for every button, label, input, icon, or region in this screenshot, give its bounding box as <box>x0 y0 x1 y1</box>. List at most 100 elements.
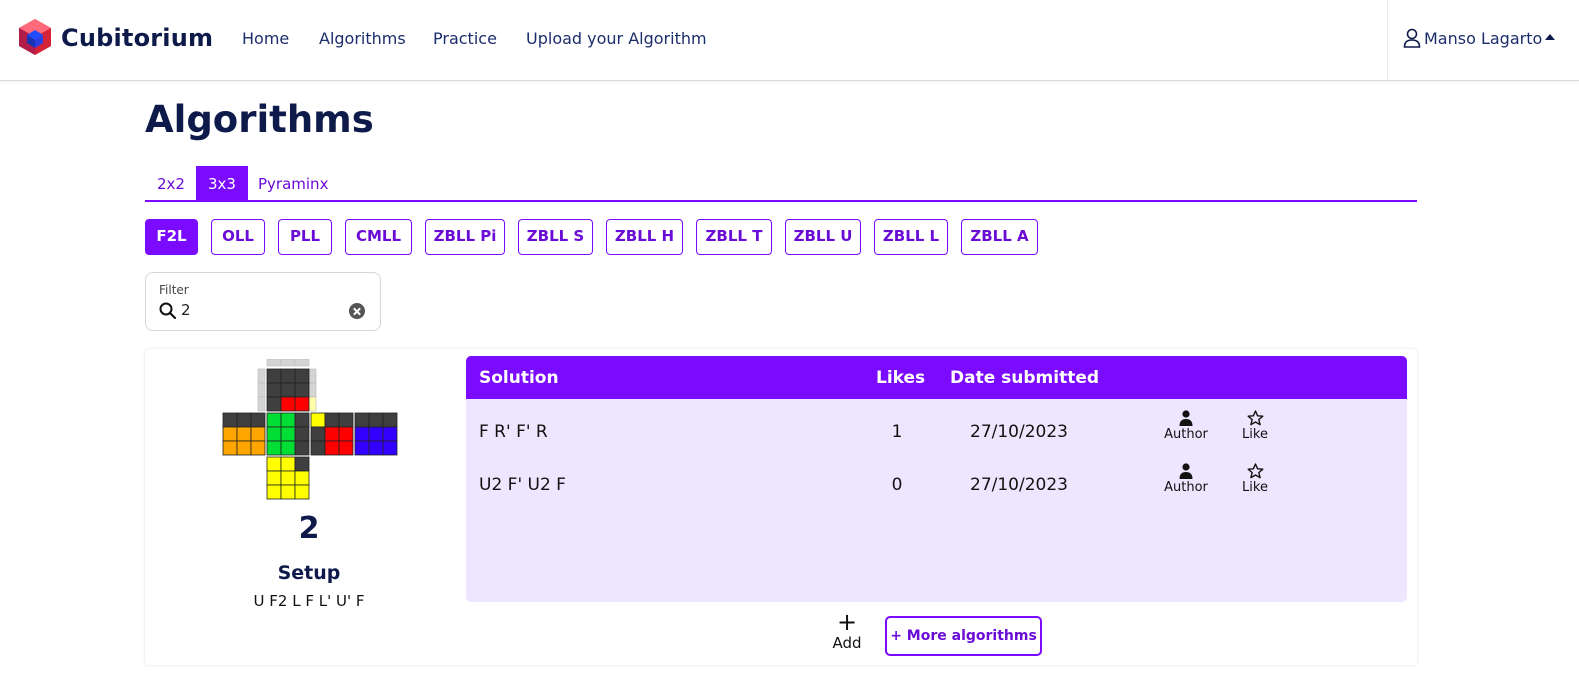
cube-sticker <box>266 412 282 428</box>
cube-sticker <box>280 470 296 486</box>
star-icon <box>1247 463 1264 479</box>
table-header: Solution Likes Date submitted <box>466 356 1407 399</box>
cube-sticker <box>222 426 238 442</box>
cube-sticker <box>294 382 310 398</box>
nav-upload-algorithm[interactable]: Upload your Algorithm <box>526 29 707 48</box>
category-f2l[interactable]: F2L <box>145 219 198 255</box>
cube-sticker <box>266 470 282 486</box>
star-icon <box>1247 410 1264 426</box>
tab-pyraminx[interactable]: Pyraminx <box>246 166 340 200</box>
page-title: Algorithms <box>145 98 374 141</box>
solution-cell: U2 F' U2 F <box>479 475 566 495</box>
cube-sticker <box>324 426 340 442</box>
category-zbll-s[interactable]: ZBLL S <box>518 219 593 255</box>
user-icon <box>1403 28 1421 48</box>
category-oll[interactable]: OLL <box>211 219 265 255</box>
clear-filter-icon[interactable] <box>349 303 365 319</box>
table-row: F R' F' R 1 27/10/2023 Author Like <box>466 406 1407 459</box>
table-row: U2 F' U2 F 0 27/10/2023 Author Like <box>466 459 1407 512</box>
cube-sticker <box>250 426 266 442</box>
cube-sticker <box>294 426 310 442</box>
author-label: Author <box>1164 480 1208 495</box>
cube-sticker <box>382 426 398 442</box>
add-label: Add <box>832 634 862 652</box>
cube-sticker <box>280 396 296 412</box>
person-icon <box>1179 410 1193 426</box>
cube-sticker <box>324 440 340 456</box>
setup-label: Setup <box>277 562 341 584</box>
cube-sticker <box>354 412 370 428</box>
cube-sticker <box>294 396 310 412</box>
category-zbll-l[interactable]: ZBLL L <box>874 219 948 255</box>
date-cell: 27/10/2023 <box>970 422 1068 442</box>
nav-practice[interactable]: Practice <box>433 29 497 48</box>
top-navbar: Cubitorium Home Algorithms Practice Uplo… <box>0 0 1579 81</box>
cube-sticker <box>236 426 252 442</box>
cube-side-sticker <box>308 382 317 398</box>
like-button[interactable]: Like <box>1225 410 1285 442</box>
like-label: Like <box>1242 480 1268 495</box>
plus-icon: + <box>836 608 858 636</box>
cube-sticker <box>368 426 384 442</box>
category-zbll-a[interactable]: ZBLL A <box>961 219 1038 255</box>
cube-side-sticker <box>308 396 317 412</box>
category-pll[interactable]: PLL <box>278 219 332 255</box>
likes-cell: 0 <box>891 475 903 495</box>
search-icon <box>159 302 176 319</box>
solution-cell: F R' F' R <box>479 422 548 442</box>
cube-side-sticker <box>257 382 266 398</box>
cube-sticker <box>266 426 282 442</box>
cube-sticker <box>250 440 266 456</box>
cube-sticker <box>250 412 266 428</box>
cube-sticker <box>222 440 238 456</box>
category-zbll-h[interactable]: ZBLL H <box>606 219 683 255</box>
cube-side-sticker <box>280 359 296 367</box>
cube-sticker <box>280 382 296 398</box>
cube-sticker <box>382 440 398 456</box>
brand-name[interactable]: Cubitorium <box>61 24 213 52</box>
category-zbll-u[interactable]: ZBLL U <box>785 219 861 255</box>
category-zbll-t[interactable]: ZBLL T <box>696 219 772 255</box>
cube-sticker <box>338 412 354 428</box>
cube-sticker <box>266 484 282 500</box>
cube-sticker <box>266 456 282 472</box>
cube-sticker <box>294 456 310 472</box>
cube-sticker <box>294 368 310 384</box>
tab-3x3[interactable]: 3x3 <box>196 166 248 200</box>
cube-sticker <box>294 484 310 500</box>
cube-side-sticker <box>266 359 282 367</box>
filter-input[interactable] <box>181 300 341 320</box>
filter-field[interactable]: Filter <box>145 272 381 331</box>
author-button[interactable]: Author <box>1156 410 1216 442</box>
caret-up-icon <box>1545 34 1555 40</box>
cubitorium-logo-icon[interactable] <box>18 18 52 56</box>
author-label: Author <box>1164 427 1208 442</box>
cube-sticker <box>280 426 296 442</box>
more-algorithms-button[interactable]: + More algorithms <box>885 616 1042 656</box>
puzzle-tabs: 2x2 3x3 Pyraminx <box>145 166 1417 202</box>
cube-side-sticker <box>308 368 317 384</box>
category-cmll[interactable]: CMLL <box>345 219 412 255</box>
cube-sticker <box>280 456 296 472</box>
cube-sticker <box>266 396 282 412</box>
cube-sticker <box>310 412 326 428</box>
cube-sticker <box>382 412 398 428</box>
cube-sticker <box>294 470 310 486</box>
category-zbll-pi[interactable]: ZBLL Pi <box>425 219 505 255</box>
cube-sticker <box>280 440 296 456</box>
tab-2x2[interactable]: 2x2 <box>145 166 197 200</box>
cube-sticker <box>236 412 252 428</box>
nav-algorithms[interactable]: Algorithms <box>319 29 406 48</box>
filter-label: Filter <box>159 283 189 297</box>
author-button[interactable]: Author <box>1156 463 1216 495</box>
cube-sticker <box>294 412 310 428</box>
nav-home[interactable]: Home <box>242 29 289 48</box>
header-date-submitted: Date submitted <box>950 368 1100 388</box>
cube-sticker <box>236 440 252 456</box>
cube-sticker <box>222 412 238 428</box>
add-algorithm-button[interactable]: + Add <box>826 608 868 655</box>
cube-sticker <box>266 368 282 384</box>
user-name: Manso Lagarto <box>1424 29 1543 48</box>
user-menu[interactable]: Manso Lagarto <box>1387 0 1579 80</box>
like-button[interactable]: Like <box>1225 463 1285 495</box>
